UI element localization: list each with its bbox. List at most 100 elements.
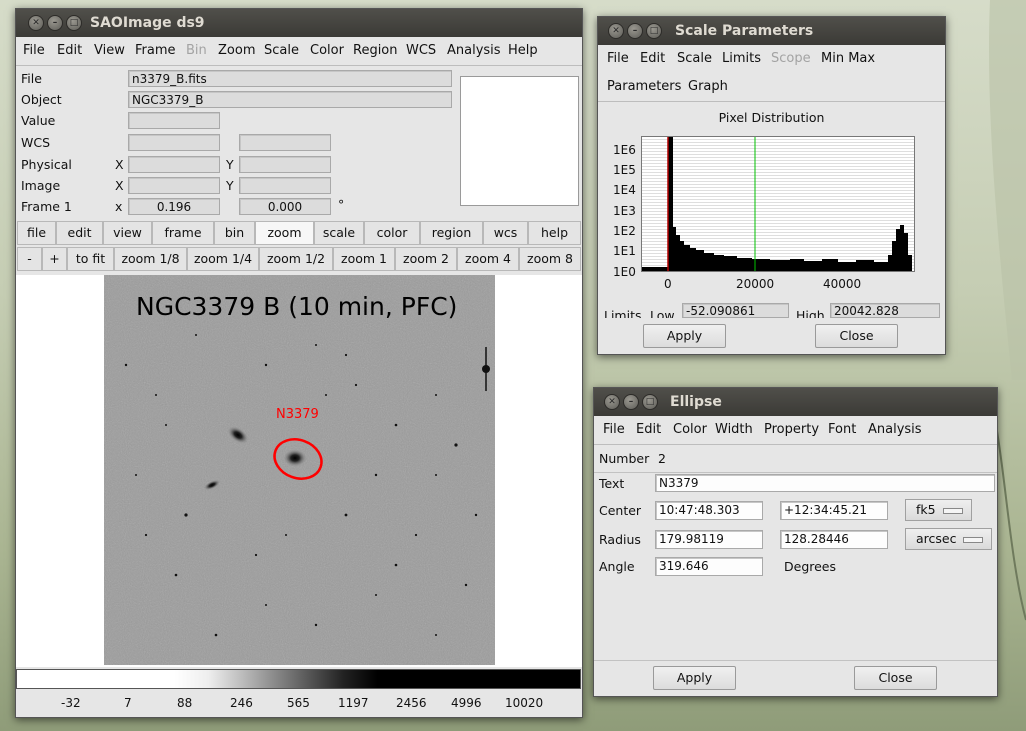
close-button[interactable]: Close (815, 324, 898, 348)
btn-zoom-1-2[interactable]: zoom 1/2 (259, 247, 333, 271)
ds9-menubar: File Edit View Frame Bin Zoom Scale Colo… (16, 37, 582, 66)
minimize-icon[interactable]: – (623, 394, 639, 410)
menu-limits[interactable]: Limits (722, 51, 761, 66)
menu-scale[interactable]: Scale (677, 51, 712, 66)
image-y-label: Y (226, 178, 234, 193)
apply-button[interactable]: Apply (653, 666, 736, 690)
colorbar[interactable] (16, 669, 581, 689)
ellipse-titlebar[interactable]: ✕ – □ Ellipse (594, 388, 997, 416)
text-input[interactable]: N3379 (655, 474, 995, 492)
menu-scope[interactable]: Scope (771, 51, 811, 66)
btn-file[interactable]: file (17, 221, 56, 245)
value-label: Value (21, 113, 56, 128)
btn-color[interactable]: color (364, 221, 420, 245)
radius-unit-dropdown[interactable]: arcsec (905, 528, 992, 550)
ds9-titlebar[interactable]: ✕ – □ SAOImage ds9 (16, 9, 582, 37)
frame-angle-field: 0.000 (239, 198, 331, 215)
menu-property[interactable]: Property (764, 422, 819, 437)
image-y-field (239, 177, 331, 194)
menu-view[interactable]: View (94, 43, 125, 58)
file-field: n3379_B.fits (128, 70, 452, 87)
low-limit-input[interactable]: -52.090861 (682, 303, 789, 318)
btn-edit[interactable]: edit (56, 221, 103, 245)
menu-min-max[interactable]: Min Max (821, 51, 875, 66)
number-value: 2 (658, 451, 666, 466)
menu-wcs[interactable]: WCS (406, 43, 436, 58)
menu-edit[interactable]: Edit (640, 51, 665, 66)
y-tick-1e6: 1E6 (613, 143, 636, 157)
menu-file[interactable]: File (23, 43, 45, 58)
btn-wcs[interactable]: wcs (483, 221, 528, 245)
center-dec-input[interactable]: +12:34:45.21 (780, 501, 888, 520)
ellipse-menubar: File Edit Color Width Property Font Anal… (594, 416, 997, 445)
wcs-y-field (239, 134, 331, 151)
maximize-icon[interactable]: □ (642, 394, 658, 410)
close-icon[interactable]: ✕ (604, 394, 620, 410)
limits-label: Limits (604, 308, 642, 318)
menu-graph[interactable]: Graph (688, 79, 728, 94)
high-limit-input[interactable]: 20042.828 (830, 303, 940, 318)
magnifier-panel (460, 76, 579, 206)
menu-color[interactable]: Color (310, 43, 344, 58)
btn-zoom-8[interactable]: zoom 8 (519, 247, 581, 271)
menu-analysis[interactable]: Analysis (868, 422, 922, 437)
wcs-label: WCS (21, 135, 51, 150)
ds9-window: ✕ – □ SAOImage ds9 File Edit View Frame … (15, 8, 583, 718)
btn-zoom-1[interactable]: zoom 1 (333, 247, 395, 271)
pixel-distribution-graph: 1E6 1E5 1E4 1E3 1E2 1E1 1E0 0 20000 4000… (612, 134, 918, 306)
btn-view[interactable]: view (103, 221, 152, 245)
menu-bin[interactable]: Bin (186, 43, 207, 58)
menu-edit[interactable]: Edit (57, 43, 82, 58)
limits-row: Limits Low -52.090861 High 20042.828 (598, 303, 945, 318)
menu-parameters[interactable]: Parameters (607, 79, 681, 94)
menu-file[interactable]: File (607, 51, 629, 66)
menu-file[interactable]: File (603, 422, 625, 437)
btn-zoom-in[interactable]: + (42, 247, 67, 271)
btn-zoom-fit[interactable]: to fit (67, 247, 114, 271)
btn-zoom-1-8[interactable]: zoom 1/8 (114, 247, 187, 271)
btn-zoom[interactable]: zoom (255, 221, 314, 245)
radius-a-input[interactable]: 179.98119 (655, 530, 763, 549)
close-icon[interactable]: ✕ (608, 23, 624, 39)
menu-edit[interactable]: Edit (636, 422, 661, 437)
minimize-icon[interactable]: – (627, 23, 643, 39)
close-icon[interactable]: ✕ (28, 15, 44, 31)
maximize-icon[interactable]: □ (66, 15, 82, 31)
minimize-icon[interactable]: – (47, 15, 63, 31)
radius-b-input[interactable]: 128.28446 (780, 530, 888, 549)
menu-frame[interactable]: Frame (135, 43, 176, 58)
menu-font[interactable]: Font (828, 422, 856, 437)
btn-frame[interactable]: frame (152, 221, 214, 245)
region-label[interactable]: N3379 (276, 407, 319, 422)
scale-titlebar[interactable]: ✕ – □ Scale Parameters (598, 17, 945, 45)
btn-scale[interactable]: scale (314, 221, 364, 245)
center-system-value: fk5 (916, 502, 936, 517)
close-button[interactable]: Close (854, 666, 937, 690)
btn-help[interactable]: help (528, 221, 581, 245)
menu-width[interactable]: Width (715, 422, 753, 437)
maximize-icon[interactable]: □ (646, 23, 662, 39)
text-label: Text (599, 476, 625, 491)
menu-help[interactable]: Help (508, 43, 538, 58)
image-label: Image (21, 178, 61, 193)
image-x-field (128, 177, 220, 194)
colorbar-tick: 88 (177, 696, 193, 710)
btn-region[interactable]: region (420, 221, 483, 245)
btn-zoom-4[interactable]: zoom 4 (457, 247, 519, 271)
colorbar-tick: 10020 (505, 696, 544, 710)
center-system-dropdown[interactable]: fk5 (905, 499, 972, 521)
menu-region[interactable]: Region (353, 43, 398, 58)
image-display[interactable]: NGC3379 B (10 min, PFC) N3379 (16, 275, 582, 667)
menu-zoom[interactable]: Zoom (218, 43, 255, 58)
apply-button[interactable]: Apply (643, 324, 726, 348)
menu-scale[interactable]: Scale (264, 43, 299, 58)
btn-zoom-2[interactable]: zoom 2 (395, 247, 457, 271)
btn-bin[interactable]: bin (214, 221, 255, 245)
center-ra-input[interactable]: 10:47:48.303 (655, 501, 763, 520)
radius-label: Radius (599, 532, 641, 547)
menu-color[interactable]: Color (673, 422, 707, 437)
btn-zoom-1-4[interactable]: zoom 1/4 (187, 247, 259, 271)
menu-analysis[interactable]: Analysis (447, 43, 501, 58)
btn-zoom-out[interactable]: - (17, 247, 42, 271)
angle-input[interactable]: 319.646 (655, 557, 763, 576)
